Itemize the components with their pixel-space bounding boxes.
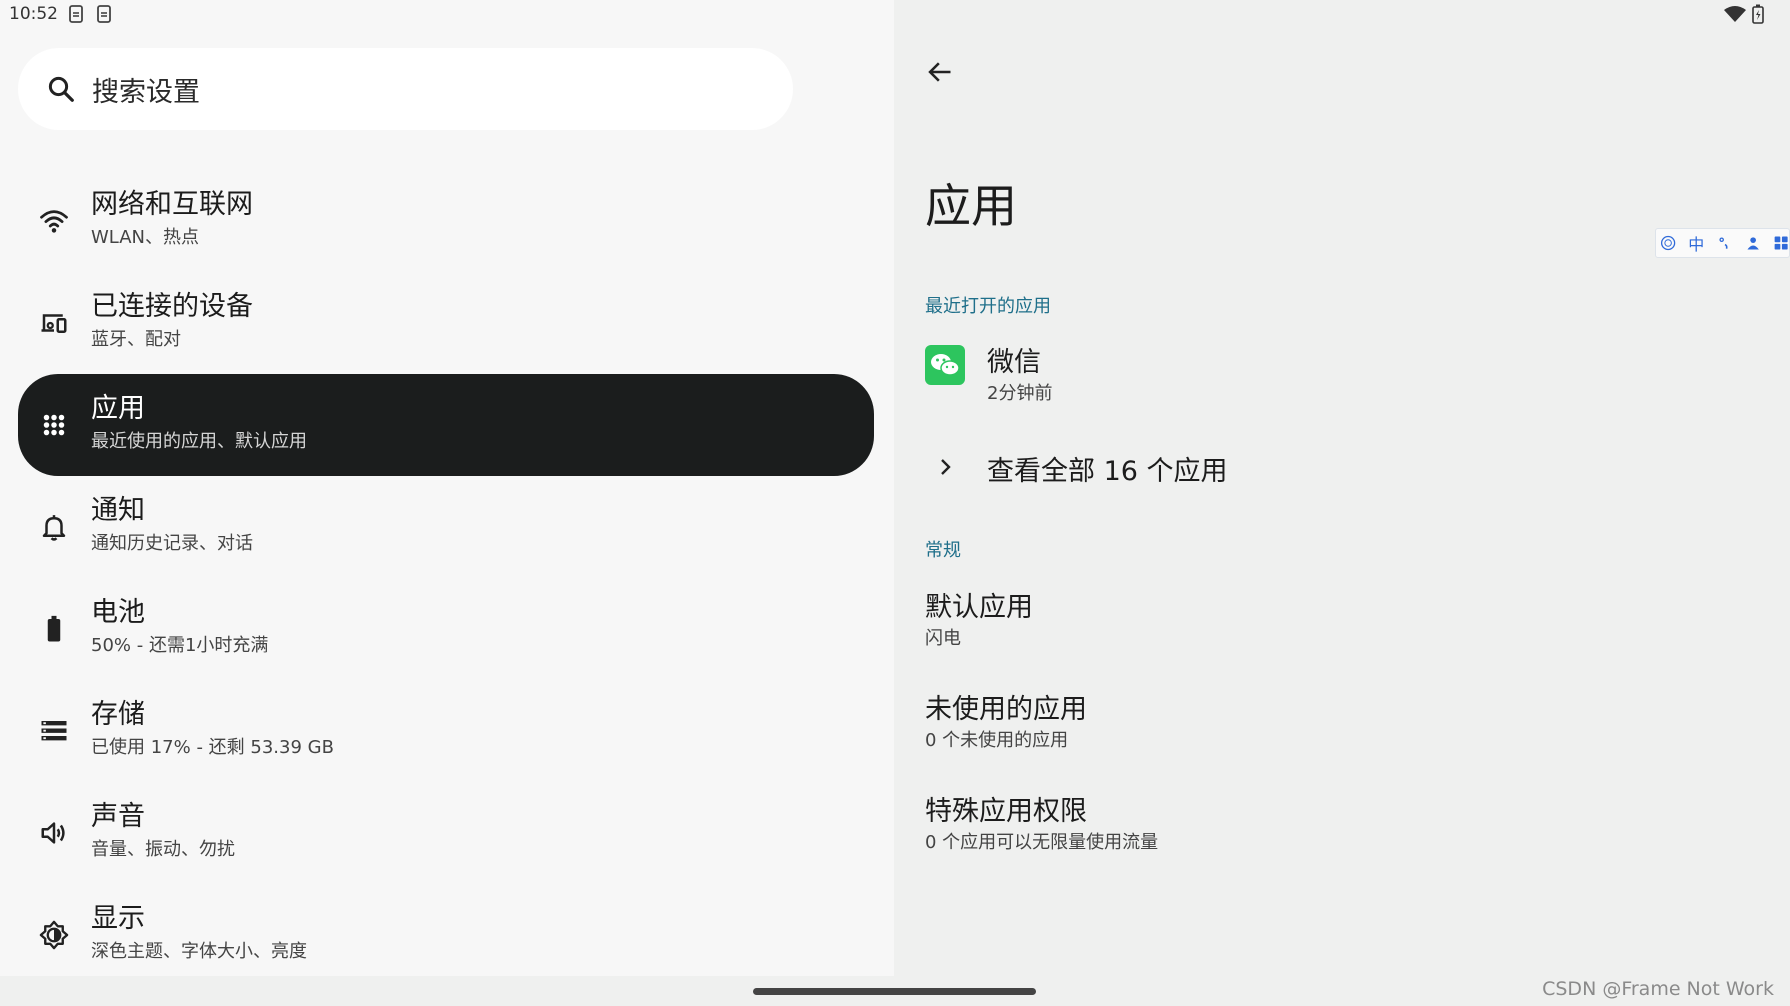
- battery-status-icon: [1752, 4, 1764, 24]
- section-header-general: 常规: [925, 540, 961, 561]
- menu-item-title: 应用: [91, 393, 145, 424]
- setting-title: 特殊应用权限: [925, 796, 1087, 827]
- status-time: 10:52: [9, 4, 58, 24]
- menu-item-title: 显示: [91, 903, 145, 934]
- menu-item-title: 网络和互联网: [91, 189, 253, 220]
- apps-icon: [36, 407, 72, 443]
- user-icon[interactable]: [1745, 233, 1761, 253]
- recent-app-wechat[interactable]: 微信 2分钟前: [925, 345, 1052, 404]
- wifi-signal-icon: [1724, 6, 1746, 22]
- sim-icon: [69, 5, 83, 23]
- menu-item-title: 电池: [91, 597, 145, 628]
- menu-item-title: 声音: [91, 801, 145, 832]
- menu-item-title: 已连接的设备: [91, 291, 253, 322]
- menu-item-storage[interactable]: 存储 已使用 17% - 还剩 53.39 GB: [18, 680, 874, 782]
- wifi-icon: [36, 203, 72, 239]
- ime-language-toggle[interactable]: 中: [1688, 231, 1704, 255]
- app-title: 微信: [987, 347, 1041, 378]
- watermark: CSDN @Frame Not Work: [1542, 978, 1774, 1000]
- setting-subtitle: 0 个应用可以无限量使用流量: [925, 832, 1159, 853]
- sim-icon-2: [97, 5, 111, 23]
- punctuation-icon[interactable]: [1716, 233, 1732, 253]
- setting-unused-apps[interactable]: 未使用的应用 0 个未使用的应用: [925, 692, 1087, 754]
- gesture-navigation-handle[interactable]: [753, 988, 1036, 995]
- menu-item-notifications[interactable]: 通知 通知历史记录、对话: [18, 476, 874, 578]
- setting-title: 未使用的应用: [925, 694, 1087, 725]
- menu-item-title: 存储: [91, 699, 145, 730]
- app-last-used: 2分钟前: [987, 383, 1053, 404]
- search-bar[interactable]: 搜索设置: [18, 48, 793, 130]
- menu-item-subtitle: WLAN、热点: [91, 227, 200, 248]
- setting-subtitle: 0 个未使用的应用: [925, 730, 1069, 751]
- menu-item-battery[interactable]: 电池 50% - 还需1小时充满: [18, 578, 874, 680]
- menu-item-subtitle: 蓝牙、配对: [91, 329, 181, 350]
- search-icon: [48, 76, 74, 102]
- storage-icon: [36, 713, 72, 749]
- menu-item-subtitle: 50% - 还需1小时充满: [91, 635, 269, 656]
- menu-item-apps[interactable]: 应用 最近使用的应用、默认应用: [18, 374, 874, 476]
- menu-item-subtitle: 通知历史记录、对话: [91, 533, 253, 554]
- menu-item-subtitle: 音量、振动、勿扰: [91, 839, 235, 860]
- setting-title: 默认应用: [925, 592, 1033, 623]
- menu-item-subtitle: 最近使用的应用、默认应用: [91, 431, 307, 452]
- see-all-label: 查看全部 16 个应用: [987, 456, 1228, 487]
- menu-item-sound[interactable]: 声音 音量、振动、勿扰: [18, 782, 874, 884]
- bell-icon: [36, 509, 72, 545]
- settings-menu: 网络和互联网 WLAN、热点 已连接的设备 蓝牙、配对 应用 最近使用的应用、默…: [18, 170, 874, 986]
- brightness-icon: [36, 917, 72, 953]
- status-bar-left: 10:52: [9, 3, 114, 25]
- setting-default-apps[interactable]: 默认应用 闪电: [925, 590, 1033, 652]
- setting-special-app-access[interactable]: 特殊应用权限 0 个应用可以无限量使用流量: [925, 794, 1158, 856]
- menu-item-title: 通知: [91, 495, 145, 526]
- wechat-icon: [925, 345, 965, 385]
- setting-subtitle: 闪电: [925, 628, 961, 649]
- back-button[interactable]: [920, 52, 960, 92]
- status-bar-right: [1724, 3, 1764, 25]
- menu-item-network[interactable]: 网络和互联网 WLAN、热点: [18, 170, 874, 272]
- section-header-recent: 最近打开的应用: [925, 296, 1051, 317]
- volume-icon: [36, 815, 72, 851]
- ime-toolbar[interactable]: 中: [1655, 228, 1790, 258]
- devices-icon: [36, 305, 72, 341]
- menu-item-connected-devices[interactable]: 已连接的设备 蓝牙、配对: [18, 272, 874, 374]
- menu-item-subtitle: 深色主题、字体大小、亮度: [91, 941, 307, 962]
- search-input[interactable]: 搜索设置: [92, 70, 200, 109]
- arrow-left-icon: [928, 62, 951, 82]
- menu-item-display[interactable]: 显示 深色主题、字体大小、亮度: [18, 884, 874, 986]
- chevron-right-icon: [925, 447, 965, 487]
- ime-logo-icon[interactable]: [1660, 233, 1676, 253]
- menu-item-subtitle: 已使用 17% - 还剩 53.39 GB: [91, 737, 334, 758]
- page-title: 应用: [925, 179, 1017, 233]
- see-all-apps-button[interactable]: 查看全部 16 个应用: [925, 447, 1228, 487]
- battery-icon: [36, 611, 72, 647]
- grid-menu-icon[interactable]: [1773, 233, 1789, 253]
